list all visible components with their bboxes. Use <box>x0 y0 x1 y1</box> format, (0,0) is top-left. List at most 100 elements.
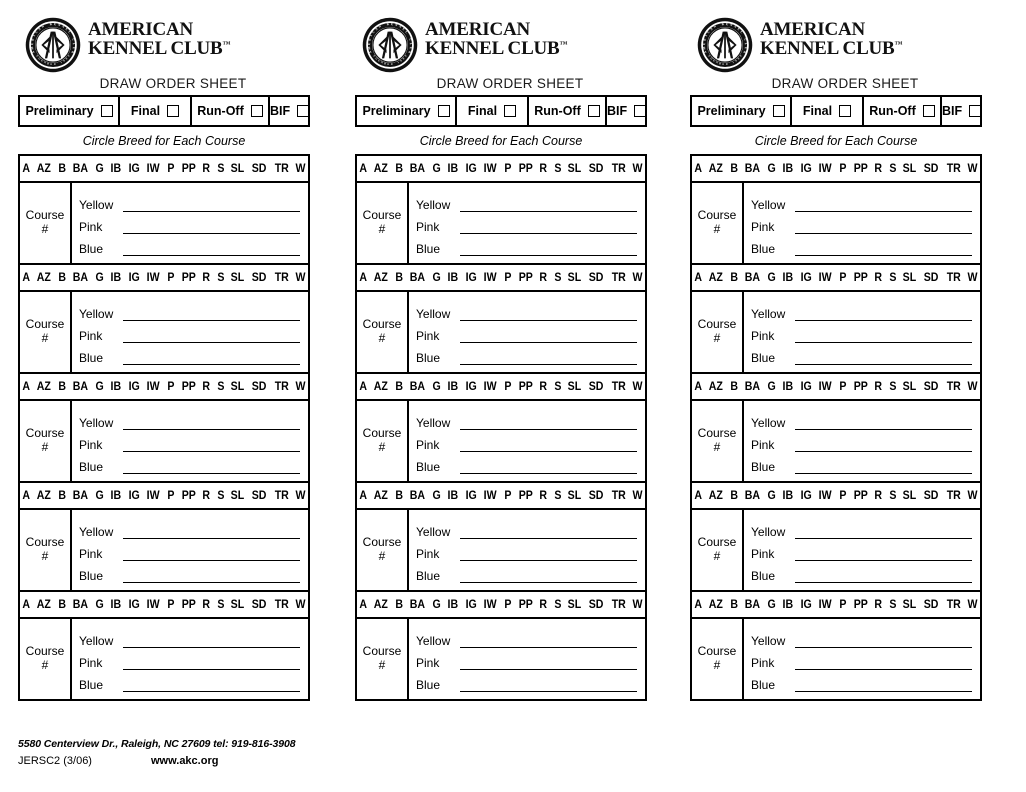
breed-code-g[interactable]: G <box>765 490 779 502</box>
breed-code-p[interactable]: P <box>164 381 177 393</box>
write-in-line-blue[interactable] <box>460 458 637 474</box>
breed-code-p[interactable]: P <box>836 490 849 502</box>
breed-code-s[interactable]: S <box>886 381 899 393</box>
breed-code-ig[interactable]: IG <box>126 381 143 393</box>
breed-code-ig[interactable]: IG <box>126 599 143 611</box>
course-number-cell[interactable]: Course # <box>357 292 409 372</box>
breed-code-ib[interactable]: IB <box>780 272 796 284</box>
breed-code-p[interactable]: P <box>164 163 177 175</box>
breed-code-pp[interactable]: PP <box>515 490 535 502</box>
breed-code-b[interactable]: B <box>728 163 741 175</box>
breed-code-r[interactable]: R <box>872 381 885 393</box>
breed-code-ba[interactable]: BA <box>70 272 91 284</box>
breed-code-ba[interactable]: BA <box>70 599 91 611</box>
breed-code-g[interactable]: G <box>93 272 107 284</box>
checkbox-bif[interactable] <box>634 105 647 117</box>
breed-code-a[interactable]: A <box>20 381 33 393</box>
breed-code-b[interactable]: B <box>728 381 741 393</box>
breed-code-b[interactable]: B <box>393 381 406 393</box>
write-in-line-yellow[interactable] <box>795 523 972 539</box>
breed-code-az[interactable]: AZ <box>34 163 54 175</box>
breed-code-ba[interactable]: BA <box>70 163 91 175</box>
checkbox-run-off[interactable] <box>922 105 935 117</box>
breed-code-b[interactable]: B <box>393 163 406 175</box>
write-in-line-blue[interactable] <box>795 567 972 583</box>
breed-code-iw[interactable]: IW <box>144 599 163 611</box>
write-in-line-pink[interactable] <box>123 545 300 561</box>
status-cell-bif[interactable]: BIF <box>607 97 647 125</box>
breed-code-ib[interactable]: IB <box>780 163 796 175</box>
breed-code-ig[interactable]: IG <box>798 599 815 611</box>
breed-code-a[interactable]: A <box>20 272 33 284</box>
write-in-line-yellow[interactable] <box>795 632 972 648</box>
breed-code-a[interactable]: A <box>357 272 370 284</box>
write-in-line-yellow[interactable] <box>123 632 300 648</box>
write-in-line-blue[interactable] <box>795 349 972 365</box>
breed-code-w[interactable]: W <box>630 599 646 611</box>
breed-code-b[interactable]: B <box>56 163 69 175</box>
write-in-line-yellow[interactable] <box>460 305 637 321</box>
breed-code-pp[interactable]: PP <box>515 272 535 284</box>
course-number-cell[interactable]: Course # <box>357 510 409 590</box>
breed-code-tr[interactable]: TR <box>608 381 628 393</box>
status-cell-run-off[interactable]: Run-Off <box>192 97 270 125</box>
breed-code-ib[interactable]: IB <box>108 599 124 611</box>
breed-code-ba[interactable]: BA <box>407 163 428 175</box>
breed-code-az[interactable]: AZ <box>371 599 391 611</box>
breed-code-a[interactable]: A <box>692 599 705 611</box>
breed-code-pp[interactable]: PP <box>178 381 198 393</box>
breed-code-p[interactable]: P <box>501 381 514 393</box>
status-cell-preliminary[interactable]: Preliminary <box>357 97 457 125</box>
status-cell-bif[interactable]: BIF <box>942 97 982 125</box>
course-number-cell[interactable]: Course # <box>20 292 72 372</box>
breed-code-az[interactable]: AZ <box>34 599 54 611</box>
status-cell-final[interactable]: Final <box>457 97 529 125</box>
write-in-line-yellow[interactable] <box>795 414 972 430</box>
course-number-cell[interactable]: Course # <box>20 510 72 590</box>
breed-code-sd[interactable]: SD <box>586 272 606 284</box>
breed-code-az[interactable]: AZ <box>706 599 726 611</box>
status-cell-final[interactable]: Final <box>120 97 192 125</box>
breed-code-tr[interactable]: TR <box>271 599 291 611</box>
breed-code-g[interactable]: G <box>93 599 107 611</box>
breed-code-p[interactable]: P <box>164 599 177 611</box>
breed-code-pp[interactable]: PP <box>515 163 535 175</box>
breed-code-pp[interactable]: PP <box>850 163 870 175</box>
write-in-line-blue[interactable] <box>460 240 637 256</box>
breed-code-g[interactable]: G <box>93 163 107 175</box>
breed-code-ib[interactable]: IB <box>780 599 796 611</box>
write-in-line-pink[interactable] <box>123 218 300 234</box>
breed-code-g[interactable]: G <box>430 381 444 393</box>
breed-code-tr[interactable]: TR <box>608 490 628 502</box>
breed-code-b[interactable]: B <box>393 272 406 284</box>
breed-code-pp[interactable]: PP <box>850 381 870 393</box>
breed-code-s[interactable]: S <box>551 381 564 393</box>
breed-code-sd[interactable]: SD <box>249 381 269 393</box>
breed-code-b[interactable]: B <box>728 599 741 611</box>
breed-code-sd[interactable]: SD <box>921 381 941 393</box>
breed-code-a[interactable]: A <box>692 381 705 393</box>
breed-code-ba[interactable]: BA <box>407 272 428 284</box>
write-in-line-blue[interactable] <box>123 240 300 256</box>
write-in-line-pink[interactable] <box>123 327 300 343</box>
breed-code-pp[interactable]: PP <box>178 490 198 502</box>
breed-code-ba[interactable]: BA <box>742 163 763 175</box>
breed-code-ig[interactable]: IG <box>126 490 143 502</box>
breed-code-sd[interactable]: SD <box>586 163 606 175</box>
breed-code-g[interactable]: G <box>765 381 779 393</box>
breed-code-sd[interactable]: SD <box>921 163 941 175</box>
course-number-cell[interactable]: Course # <box>692 619 744 699</box>
breed-code-s[interactable]: S <box>214 163 227 175</box>
breed-code-tr[interactable]: TR <box>271 272 291 284</box>
breed-code-iw[interactable]: IW <box>481 381 500 393</box>
breed-code-pp[interactable]: PP <box>515 381 535 393</box>
breed-code-sl[interactable]: SL <box>900 381 919 393</box>
breed-code-tr[interactable]: TR <box>943 599 963 611</box>
write-in-line-blue[interactable] <box>123 567 300 583</box>
checkbox-run-off[interactable] <box>587 105 600 117</box>
breed-code-ig[interactable]: IG <box>126 163 143 175</box>
breed-code-ig[interactable]: IG <box>126 272 143 284</box>
status-cell-final[interactable]: Final <box>792 97 864 125</box>
breed-code-iw[interactable]: IW <box>144 163 163 175</box>
breed-code-pp[interactable]: PP <box>850 599 870 611</box>
